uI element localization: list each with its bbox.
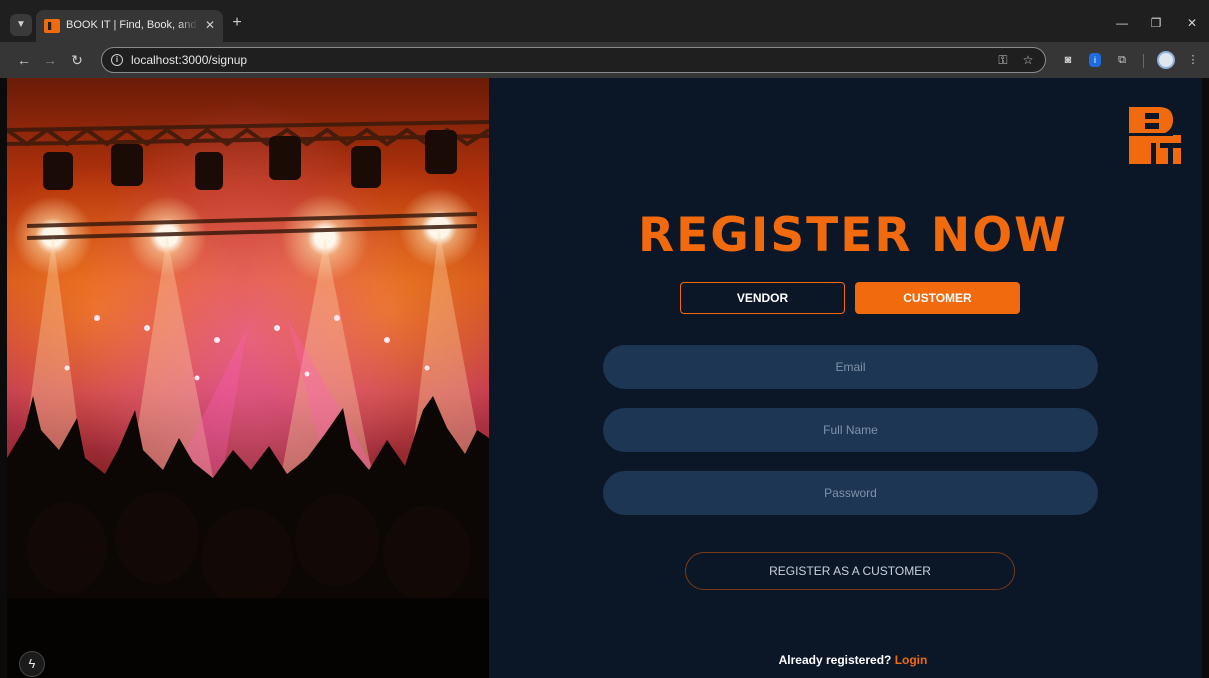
email-field[interactable] <box>603 345 1098 389</box>
close-window-button[interactable]: ✕ <box>1183 14 1201 32</box>
already-registered-text: Already registered? <box>778 653 895 667</box>
key-icon[interactable]: ⚿ <box>995 52 1011 68</box>
reload-icon[interactable]: ↻ <box>68 51 86 69</box>
login-prompt: Already registered? Login <box>605 653 1101 667</box>
forward-arrow-icon[interactable]: → <box>41 51 59 69</box>
concert-hero-image <box>7 78 489 678</box>
tab-title: BOOK IT | Find, Book, and Enjoy <box>66 19 198 31</box>
kebab-menu-icon[interactable]: ⋮ <box>1184 51 1202 69</box>
camera-icon[interactable]: ◙ <box>1059 51 1077 69</box>
password-field[interactable] <box>603 471 1098 515</box>
avatar[interactable] <box>1157 51 1175 69</box>
login-link[interactable]: Login <box>895 653 928 667</box>
info-icon[interactable]: i <box>111 54 123 66</box>
puzzle-icon[interactable]: ⧉ <box>1113 51 1131 69</box>
browser-tab-bar: ▼ BOOK IT | Find, Book, and Enjoy ✕ + — … <box>0 0 1209 42</box>
concert-illustration <box>7 120 489 678</box>
chevron-down-icon[interactable]: ▼ <box>10 14 32 36</box>
back-arrow-icon[interactable]: ← <box>15 51 33 69</box>
url-text[interactable]: localhost:3000/signup <box>131 53 247 67</box>
register-button[interactable]: REGISTER AS A CUSTOMER <box>685 552 1015 590</box>
toolbar-divider <box>1143 54 1144 68</box>
extension-blue-icon[interactable]: i <box>1089 53 1101 67</box>
star-icon[interactable]: ☆ <box>1020 52 1036 68</box>
new-tab-button[interactable]: + <box>228 14 246 32</box>
close-icon[interactable]: ✕ <box>202 17 218 33</box>
book-it-logo <box>1129 107 1181 164</box>
minimize-button[interactable]: — <box>1113 14 1131 32</box>
vendor-role-button[interactable]: VENDOR <box>680 282 845 314</box>
signup-page: ϟ REGISTER NOW VENDOR CUSTOMER REGISTER … <box>7 78 1202 678</box>
full-name-field[interactable] <box>603 408 1098 452</box>
browser-toolbar: ← → ↻ i localhost:3000/signup ⚿ ☆ ◙ i ⧉ … <box>0 42 1209 78</box>
address-bar[interactable]: i localhost:3000/signup ⚿ ☆ <box>101 47 1046 73</box>
page-title: REGISTER NOW <box>637 208 1069 263</box>
lightning-icon[interactable]: ϟ <box>19 651 45 677</box>
book-it-favicon <box>44 19 60 33</box>
restore-button[interactable]: ❐ <box>1147 14 1165 32</box>
browser-tab[interactable]: BOOK IT | Find, Book, and Enjoy ✕ <box>36 10 223 42</box>
customer-role-button[interactable]: CUSTOMER <box>855 282 1020 314</box>
